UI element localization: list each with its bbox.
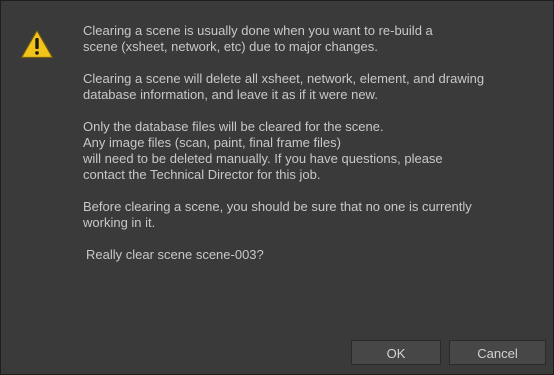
message-paragraph: Clearing a scene will delete all xsheet,… xyxy=(83,71,485,102)
message-paragraph: Clearing a scene is usually done when yo… xyxy=(83,23,433,54)
ok-button[interactable]: OK xyxy=(351,340,441,365)
message-paragraph: Before clearing a scene, you should be s… xyxy=(83,199,472,230)
cancel-button[interactable]: Cancel xyxy=(449,340,546,365)
warning-icon xyxy=(20,29,54,59)
clear-scene-dialog: Clearing a scene is usually done when yo… xyxy=(0,0,554,375)
message-paragraph: Only the database files will be cleared … xyxy=(83,119,443,182)
dialog-message: Clearing a scene is usually done when yo… xyxy=(83,23,545,263)
confirmation-question: Really clear scene scene-003? xyxy=(86,247,264,262)
